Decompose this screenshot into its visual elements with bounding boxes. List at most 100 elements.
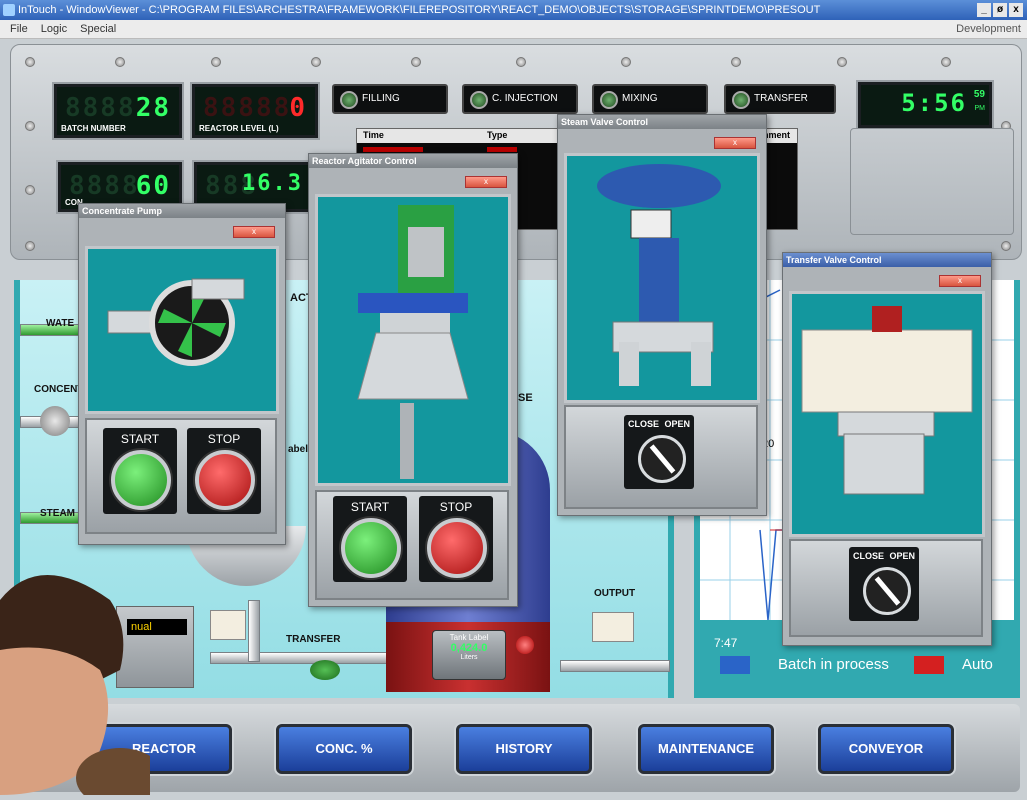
window-title-bar: InTouch - WindowViewer - C:\PROGRAM FILE… xyxy=(0,0,1027,20)
nav-history-button[interactable]: HISTORY xyxy=(456,724,592,774)
close-dialog-button[interactable]: x xyxy=(714,137,756,149)
close-button[interactable]: x xyxy=(1009,3,1023,17)
agitator-stop-button[interactable]: STOP xyxy=(419,496,493,582)
output-label: OUTPUT xyxy=(594,588,636,599)
transfer-status-button[interactable]: TRANSFER xyxy=(724,84,836,114)
nav-maintenance-button[interactable]: MAINTENANCE xyxy=(638,724,774,774)
dialog-title[interactable]: Concentrate Pump xyxy=(79,204,285,218)
window-controls: _ ø x xyxy=(977,3,1023,17)
transfer-valve-selector[interactable]: CLOSE OPEN xyxy=(849,547,919,621)
app-icon xyxy=(3,4,15,16)
transfer-label: TRANSFER xyxy=(286,634,341,645)
menu-bar: File Logic Special Development xyxy=(0,20,1027,39)
tank-value: 0,424.0 xyxy=(450,642,488,654)
steam-valve-selector[interactable]: CLOSE OPEN xyxy=(624,415,694,489)
concentrate-label: CONCENT xyxy=(34,384,84,395)
bolt-icon xyxy=(941,57,951,67)
nav-conc-button[interactable]: CONC. % xyxy=(276,724,412,774)
start-knob[interactable] xyxy=(111,450,171,510)
steam-valve-view xyxy=(564,153,760,403)
alarm-row[interactable] xyxy=(487,147,517,152)
menu-file[interactable]: File xyxy=(10,23,28,35)
close-dialog-button[interactable]: x xyxy=(939,275,981,287)
steam-label: STEAM xyxy=(40,508,75,519)
selector-dial-icon[interactable] xyxy=(638,435,686,483)
tank-title: Tank Label xyxy=(449,633,489,642)
agitator-start-button[interactable]: START xyxy=(333,496,407,582)
secondary-value: 16.3 xyxy=(242,171,303,196)
dialog-title[interactable]: Reactor Agitator Control xyxy=(309,154,517,168)
batch-number-value: 28 xyxy=(135,93,171,123)
transfer-valve-dialog: Transfer Valve Control x CLOSE OPEN xyxy=(782,252,992,646)
open-label: OPEN xyxy=(664,419,690,429)
start-knob[interactable] xyxy=(341,518,401,578)
agitator-view xyxy=(315,194,511,486)
bolt-icon xyxy=(1001,241,1011,251)
stop-label: STOP xyxy=(439,500,473,514)
transfer-status-label: TRANSFER xyxy=(754,93,808,104)
tank-units: Liters xyxy=(460,654,478,661)
restore-button[interactable]: ø xyxy=(993,3,1007,17)
close-dialog-button[interactable]: x xyxy=(465,176,507,188)
transfer-valve-icon xyxy=(801,306,973,495)
legend-label-batch: Batch in process xyxy=(778,656,889,673)
stop-knob[interactable] xyxy=(195,450,255,510)
status-info-panel xyxy=(850,128,1014,235)
close-label: CLOSE xyxy=(853,551,885,561)
filling-button[interactable]: FILLING xyxy=(332,84,448,114)
dialog-title[interactable]: Transfer Valve Control xyxy=(783,253,991,267)
trend-series-blue-lower xyxy=(759,529,784,621)
legend-label-auto: Auto xyxy=(962,656,993,673)
bolt-icon xyxy=(621,57,631,67)
transfer-valve-icon[interactable] xyxy=(310,660,340,680)
dialog-title[interactable]: Steam Valve Control xyxy=(558,115,766,129)
clock-seconds: 59 xyxy=(973,89,985,100)
nav-conveyor-button[interactable]: CONVEYOR xyxy=(818,724,954,774)
menu-special[interactable]: Special xyxy=(80,23,116,35)
clock-time: 5:56 xyxy=(901,89,967,117)
status-lamp-icon xyxy=(732,91,750,109)
bolt-icon xyxy=(731,57,741,67)
pump-view xyxy=(85,246,279,414)
window-title: InTouch - WindowViewer - C:\PROGRAM FILE… xyxy=(18,4,821,16)
col-type[interactable]: Type xyxy=(487,130,507,140)
pump-start-button[interactable]: START xyxy=(103,428,177,514)
legend-swatch-batch xyxy=(720,656,750,674)
c-injection-button[interactable]: C. INJECTION xyxy=(462,84,578,114)
status-lamp-icon xyxy=(340,91,358,109)
close-dialog-button[interactable]: x xyxy=(233,226,275,238)
pump-stop-button[interactable]: STOP xyxy=(187,428,261,514)
bolt-icon xyxy=(25,121,35,131)
tank-label-fragment: abel xyxy=(288,444,309,455)
transfer-pipe xyxy=(210,652,392,664)
bolt-icon xyxy=(25,241,35,251)
steam-valve-control-panel: CLOSE OPEN xyxy=(564,405,758,509)
alarm-light-icon xyxy=(516,636,534,654)
col-time[interactable]: Time xyxy=(363,130,384,140)
c-injection-label: C. INJECTION xyxy=(492,93,558,104)
operator-photo xyxy=(0,560,164,800)
menu-logic[interactable]: Logic xyxy=(41,23,67,35)
steam-valve-dialog: Steam Valve Control x CLOSE OPEN xyxy=(557,114,767,516)
filling-label: FILLING xyxy=(362,93,400,104)
output-valve-icon[interactable] xyxy=(592,612,634,642)
status-lamp-icon xyxy=(600,91,618,109)
alarm-row[interactable] xyxy=(363,147,423,152)
concentrate-pump-icon[interactable] xyxy=(40,406,70,436)
selector-dial-icon[interactable] xyxy=(863,567,911,615)
open-label: OPEN xyxy=(889,551,915,561)
tank-level-box: Tank Label 0,424.0 Liters xyxy=(432,630,506,680)
transfer-actuator-icon[interactable] xyxy=(210,610,246,640)
trend-legend: Batch in process Auto xyxy=(700,640,1014,680)
navigation-bar: REACTOR CONC. % HISTORY MAINTENANCE CONV… xyxy=(14,704,1020,792)
transfer-valve-view xyxy=(789,291,985,537)
mode-indicator: Development xyxy=(956,23,1021,35)
minimize-button[interactable]: _ xyxy=(977,3,991,17)
reactor-level-value: 0 xyxy=(289,93,307,123)
agitator-motor-icon xyxy=(357,205,469,479)
stop-label: STOP xyxy=(207,432,241,446)
transfer-valve-control-panel: CLOSE OPEN xyxy=(789,539,983,637)
mixing-button[interactable]: MIXING xyxy=(592,84,708,114)
stop-knob[interactable] xyxy=(427,518,487,578)
reactor-level-caption: REACTOR LEVEL (L) xyxy=(199,124,279,133)
